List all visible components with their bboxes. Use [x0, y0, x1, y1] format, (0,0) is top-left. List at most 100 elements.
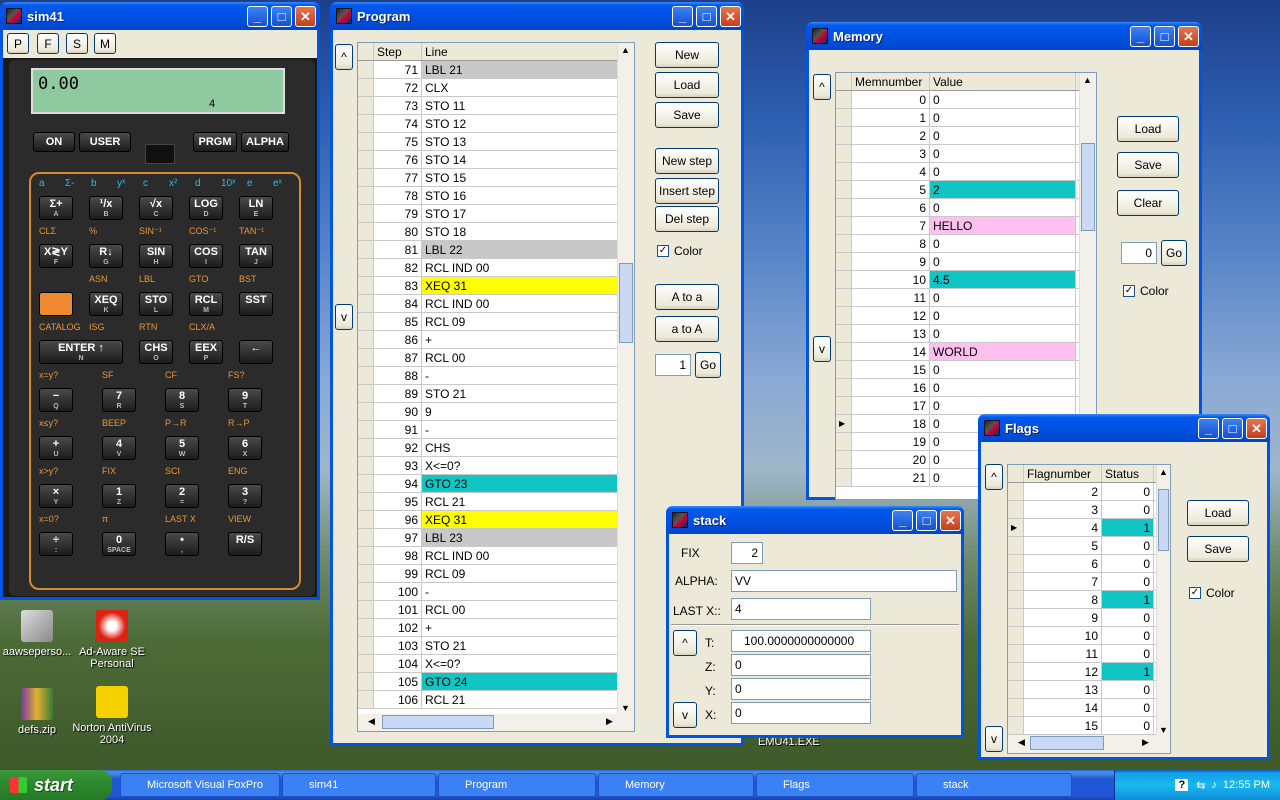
row-selector[interactable]: [358, 241, 374, 258]
row-selector[interactable]: [836, 433, 852, 450]
table-row[interactable]: 9 0: [1008, 609, 1170, 627]
row-selector[interactable]: [358, 475, 374, 492]
close-icon[interactable]: ✕: [295, 6, 316, 27]
scroll-right-icon[interactable]: ▶: [1142, 737, 1149, 748]
close-icon[interactable]: ✕: [1178, 26, 1199, 47]
memory-titlebar[interactable]: Memory _ □ ✕: [806, 22, 1202, 50]
calc-key[interactable]: 5W: [165, 436, 199, 460]
table-row[interactable]: 97 LBL 23: [358, 529, 634, 547]
row-selector[interactable]: [358, 565, 374, 582]
table-row[interactable]: 92 CHS: [358, 439, 634, 457]
color-checkbox[interactable]: ✓ Color: [1123, 284, 1169, 298]
slider-switch[interactable]: [145, 144, 175, 164]
table-row[interactable]: 7 HELLO: [836, 217, 1096, 235]
table-row[interactable]: 102 +: [358, 619, 634, 637]
table-row[interactable]: 17 0: [836, 397, 1096, 415]
close-icon[interactable]: ✕: [940, 510, 961, 531]
insert-step-button[interactable]: Insert step: [655, 178, 719, 204]
stack-down-button[interactable]: v: [673, 702, 697, 728]
column-header-line[interactable]: Line: [422, 43, 618, 60]
calc-key[interactable]: RCL M: [189, 292, 223, 316]
table-row[interactable]: 6 0: [836, 199, 1096, 217]
save-button[interactable]: Save: [1187, 536, 1249, 562]
nav-up-button[interactable]: ^: [985, 464, 1003, 490]
row-selector[interactable]: [1008, 537, 1024, 554]
maximize-icon[interactable]: □: [916, 510, 937, 531]
row-selector[interactable]: [1008, 555, 1024, 572]
table-row[interactable]: 3 0: [836, 145, 1096, 163]
new-step-button[interactable]: New step: [655, 148, 719, 174]
hscroll-thumb[interactable]: [382, 715, 494, 729]
table-row[interactable]: 101 RCL 00: [358, 601, 634, 619]
program-grid[interactable]: Step Line 71 LBL 21 72 CLX 73 STO 11 74 …: [357, 42, 635, 732]
row-selector[interactable]: [836, 253, 852, 270]
row-selector[interactable]: [358, 133, 374, 150]
maximize-icon[interactable]: □: [696, 6, 717, 27]
flags-hscrollbar[interactable]: ◀ ▶: [1008, 735, 1170, 753]
minimize-icon[interactable]: _: [1130, 26, 1151, 47]
flags-titlebar[interactable]: Flags _ □ ✕: [978, 414, 1270, 442]
maximize-icon[interactable]: □: [271, 6, 292, 27]
row-selector[interactable]: [836, 127, 852, 144]
row-selector[interactable]: [836, 307, 852, 324]
table-row[interactable]: 96 XEQ 31: [358, 511, 634, 529]
row-selector[interactable]: [358, 331, 374, 348]
table-row[interactable]: 82 RCL IND 00: [358, 259, 634, 277]
calc-key[interactable]: TAN J: [239, 244, 273, 268]
table-row[interactable]: 98 RCL IND 00: [358, 547, 634, 565]
calc-key[interactable]: 2 =: [165, 484, 199, 508]
menu-m-button[interactable]: M: [94, 33, 116, 54]
row-selector[interactable]: [1008, 483, 1024, 500]
new-button[interactable]: New: [655, 42, 719, 68]
table-row[interactable]: 9 0: [836, 253, 1096, 271]
stack-titlebar[interactable]: stack _ □ ✕: [666, 506, 964, 534]
row-selector[interactable]: [1008, 573, 1024, 590]
key-prgm[interactable]: PRGM: [193, 132, 237, 152]
table-row[interactable]: 7 0: [1008, 573, 1170, 591]
table-row[interactable]: 15 0: [836, 361, 1096, 379]
calc-key[interactable]: ÷:: [39, 532, 73, 556]
column-header-value[interactable]: Value: [930, 73, 1076, 90]
nav-up-button[interactable]: ^: [813, 74, 831, 100]
hscroll-thumb[interactable]: [1030, 736, 1104, 750]
row-selector[interactable]: ▶: [1008, 519, 1024, 536]
goto-step-input[interactable]: 1: [655, 354, 691, 376]
row-selector[interactable]: [836, 379, 852, 396]
table-row[interactable]: 1 0: [836, 109, 1096, 127]
row-selector[interactable]: [358, 529, 374, 546]
column-header-memnumber[interactable]: Memnumber: [852, 73, 930, 90]
minimize-icon[interactable]: _: [247, 6, 268, 27]
row-selector[interactable]: [358, 493, 374, 510]
table-row[interactable]: 91 -: [358, 421, 634, 439]
row-selector[interactable]: [358, 547, 374, 564]
table-row[interactable]: 83 XEQ 31: [358, 277, 634, 295]
table-row[interactable]: 5 2: [836, 181, 1096, 199]
save-button[interactable]: Save: [655, 102, 719, 128]
clock[interactable]: 12:55 PM: [1223, 779, 1270, 791]
row-selector[interactable]: [1008, 591, 1024, 608]
row-selector[interactable]: [1008, 717, 1024, 734]
calc-key[interactable]: 6X: [228, 436, 262, 460]
t-register[interactable]: 100.0000000000000: [731, 630, 871, 652]
calc-key[interactable]: STO L: [139, 292, 173, 316]
row-selector[interactable]: [1008, 645, 1024, 662]
table-row[interactable]: 88 -: [358, 367, 634, 385]
row-selector[interactable]: [358, 511, 374, 528]
row-selector[interactable]: [836, 199, 852, 216]
network-icon[interactable]: ⇆: [1196, 779, 1205, 792]
table-row[interactable]: 12 0: [836, 307, 1096, 325]
row-selector[interactable]: [1008, 663, 1024, 680]
go-button[interactable]: Go: [1161, 240, 1187, 266]
row-selector[interactable]: [836, 361, 852, 378]
scroll-down-icon[interactable]: ▼: [621, 703, 630, 713]
scroll-left-icon[interactable]: ◀: [368, 716, 375, 727]
flags-scrollbar[interactable]: ▲ ▼: [1156, 465, 1170, 737]
help-icon[interactable]: ?: [1175, 779, 1189, 791]
table-row[interactable]: 76 STO 14: [358, 151, 634, 169]
table-row[interactable]: 0 0: [836, 91, 1096, 109]
row-selector[interactable]: [358, 349, 374, 366]
row-selector[interactable]: [358, 79, 374, 96]
column-header-status[interactable]: Status: [1102, 465, 1154, 482]
row-selector[interactable]: [358, 457, 374, 474]
table-row[interactable]: 4 0: [836, 163, 1096, 181]
